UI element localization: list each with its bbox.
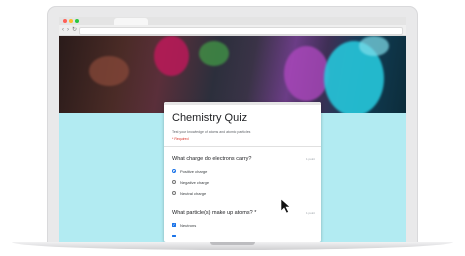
- radio-selected-icon[interactable]: [172, 169, 176, 173]
- flask-shape: [89, 56, 129, 86]
- browser-window: ‹ › ↻ Chemistry Quiz Test your knowledge…: [59, 17, 406, 242]
- option-neutral-charge[interactable]: Neutral charge: [172, 190, 206, 196]
- tab-strip: [59, 17, 406, 25]
- address-bar[interactable]: [79, 27, 403, 35]
- flask-shape: [359, 36, 389, 56]
- question-1-text: What charge do electrons carry?: [172, 156, 252, 162]
- browser-chrome: ‹ › ↻: [59, 17, 406, 36]
- question-2-points: 1 point: [305, 211, 315, 215]
- radio-unselected-icon[interactable]: [172, 180, 176, 184]
- checkbox-checked-icon[interactable]: [172, 235, 176, 237]
- option-positive-charge[interactable]: Positive charge: [172, 168, 207, 174]
- forward-icon[interactable]: ›: [67, 26, 69, 34]
- flask-shape: [284, 46, 329, 101]
- laptop-notch: [210, 242, 255, 245]
- option-label: Neutral charge: [180, 190, 207, 196]
- required-note: * Required: [172, 137, 189, 141]
- form-description: Test your knowledge of atoms and atomic …: [172, 130, 251, 134]
- form-card: Chemistry Quiz Test your knowledge of at…: [164, 102, 321, 242]
- form-title: Chemistry Quiz: [172, 112, 248, 124]
- minimize-dot-icon[interactable]: [69, 19, 73, 23]
- flask-shape: [154, 36, 189, 76]
- radio-unselected-icon[interactable]: [172, 191, 176, 195]
- option-label: Neutrons: [180, 222, 197, 228]
- option-label: Positive charge: [180, 168, 208, 174]
- option-label: Negative charge: [180, 179, 210, 185]
- arrow-cursor-icon: [281, 199, 291, 213]
- question-1-points: 1 point: [305, 157, 315, 161]
- question-2-text: What particle(s) make up atoms? *: [172, 210, 257, 216]
- close-dot-icon[interactable]: [63, 19, 67, 23]
- card-top-bar: [164, 102, 321, 105]
- back-icon[interactable]: ‹: [62, 26, 64, 34]
- option-next-partial[interactable]: [172, 233, 176, 239]
- reload-icon[interactable]: ↻: [72, 26, 77, 34]
- option-negative-charge[interactable]: Negative charge: [172, 179, 209, 185]
- flask-shape: [199, 41, 229, 66]
- checkbox-checked-icon[interactable]: ✓: [172, 223, 176, 227]
- option-neutrons[interactable]: ✓ Neutrons: [172, 222, 196, 228]
- browser-tab[interactable]: [114, 18, 148, 25]
- divider: [164, 146, 321, 147]
- maximize-dot-icon[interactable]: [75, 19, 79, 23]
